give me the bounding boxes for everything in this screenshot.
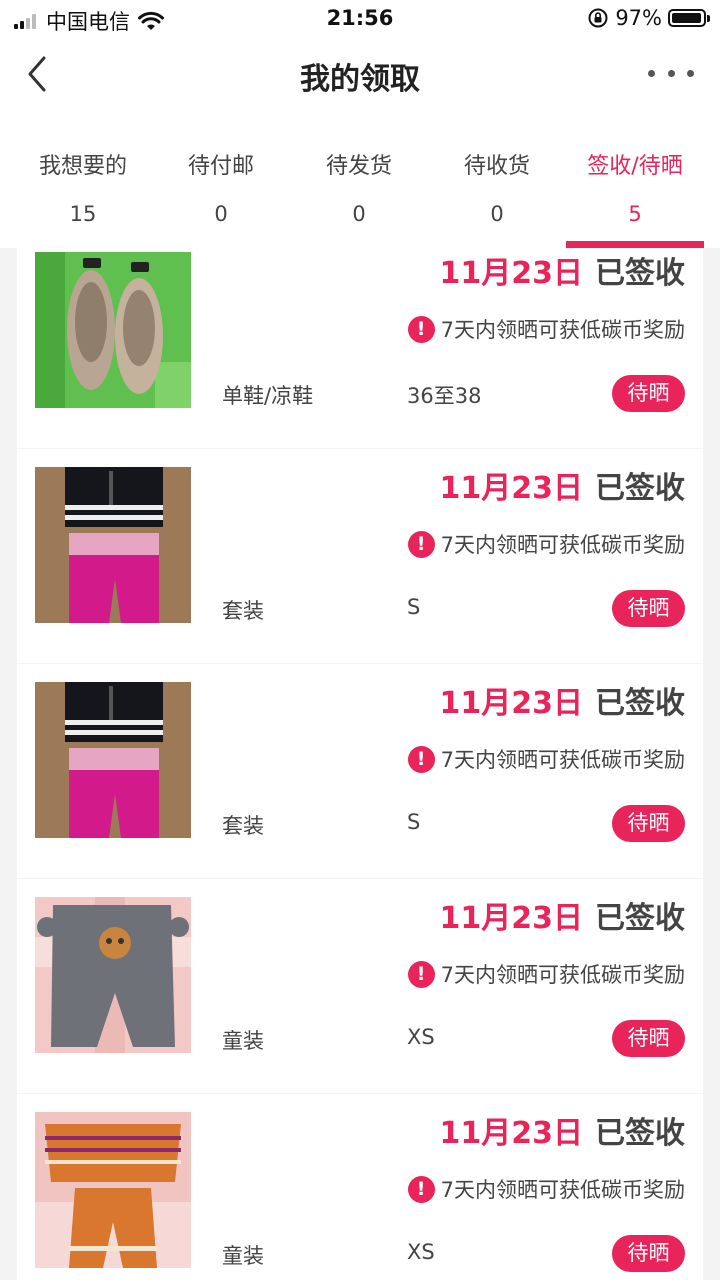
kids-pants-photo[interactable]: [35, 897, 191, 1053]
list-item[interactable]: 11月23日 已签收 ! 7天内领晒可获低碳币奖励 童装 XS 待晒: [17, 879, 703, 1093]
top-and-pants-photo[interactable]: [35, 467, 191, 623]
tab-label: 待发货: [325, 154, 392, 179]
tab-label: 待付邮: [187, 154, 254, 179]
signed-status: 已签收: [595, 1116, 685, 1151]
tab-bar: 我想要的 15 待付邮 0 待发货 0 待收货 0 签收/待晒 5: [0, 120, 720, 248]
sign-date: 11月23日: [439, 471, 584, 506]
tab-pending-receipt[interactable]: 待收货 0: [428, 120, 566, 248]
shoes-photo[interactable]: [35, 252, 191, 408]
sign-date: 11月23日: [439, 1116, 584, 1151]
sign-date-line: 11月23日 已签收: [440, 463, 686, 507]
item-list[interactable]: 11月23日已签收 ! 7天内领晒可获低碳币奖励 单鞋/凉鞋 36至38 待晒: [0, 248, 720, 1280]
reward-notice: ! 7天内领晒可获低碳币奖励: [407, 744, 685, 774]
exclamation-icon: !: [407, 745, 435, 773]
reward-notice: ! 7天内领晒可获低碳币奖励: [407, 1174, 685, 1204]
tab-label: 我想要的: [38, 154, 127, 179]
sign-date: 11月23日: [439, 686, 584, 721]
list-item[interactable]: 11月23日 已签收 ! 7天内领晒可获低碳币奖励 套装 S 待晒: [17, 664, 703, 878]
sign-date-line: 11月23日 已签收: [440, 248, 686, 292]
tab-count: 0: [352, 202, 366, 226]
reward-text: 7天内领晒可获低碳币奖励: [440, 963, 685, 987]
kids-knit-set-photo[interactable]: [35, 1112, 191, 1268]
tab-label: 待收货: [463, 154, 530, 179]
signed-status: 已签收: [595, 471, 685, 506]
tab-count: 5: [628, 202, 642, 226]
signed-status: 已签收: [595, 686, 685, 721]
exclamation-icon: !: [407, 315, 435, 343]
reward-text: 7天内领晒可获低碳币奖励: [440, 318, 685, 342]
active-tab-indicator: [566, 241, 704, 248]
item-category: 童装: [222, 1029, 264, 1053]
tab-signed-to-share[interactable]: 签收/待晒 5: [566, 120, 704, 248]
page-title: 我的领取: [300, 62, 420, 97]
sign-date-line: 11月23日 已签收: [440, 678, 686, 722]
to-share-button[interactable]: 待晒: [612, 1020, 685, 1057]
exclamation-icon: !: [407, 960, 435, 988]
item-category: 单鞋/凉鞋: [222, 384, 314, 408]
reward-notice: ! 7天内领晒可获低碳币奖励: [407, 529, 685, 559]
status-bar: 中国电信 21:56 97%: [0, 0, 720, 36]
tab-pending-shipment[interactable]: 待发货 0: [290, 120, 428, 248]
rotation-lock-icon: [588, 8, 608, 28]
sign-date: 11月23日: [439, 901, 584, 936]
tab-count: 0: [490, 202, 504, 226]
to-share-button[interactable]: 待晒: [612, 375, 685, 412]
sign-date: 11月23日: [439, 256, 584, 291]
nav-bar: 我的领取: [0, 36, 720, 120]
exclamation-icon: !: [407, 1175, 435, 1203]
reward-text: 7天内领晒可获低碳币奖励: [440, 1178, 685, 1202]
item-category: 套装: [222, 599, 264, 623]
item-category: 童装: [222, 1244, 264, 1268]
exclamation-icon: !: [407, 530, 435, 558]
list-item[interactable]: 11月23日 已签收 ! 7天内领晒可获低碳币奖励 童装 XS 待晒: [17, 1094, 703, 1280]
signed-status: 已签收: [595, 256, 685, 291]
item-size: S: [407, 810, 421, 834]
battery-percent: 97%: [615, 6, 662, 30]
item-size: 36至38: [407, 384, 482, 408]
item-category: 套装: [222, 814, 264, 838]
reward-notice: ! 7天内领晒可获低碳币奖励: [407, 314, 685, 344]
reward-notice: ! 7天内领晒可获低碳币奖励: [407, 959, 685, 989]
list-item[interactable]: 11月23日 已签收 ! 7天内领晒可获低碳币奖励 单鞋/凉鞋 36至38 待晒: [17, 248, 703, 448]
to-share-button[interactable]: 待晒: [612, 1235, 685, 1272]
reward-text: 7天内领晒可获低碳币奖励: [440, 533, 685, 557]
reward-text: 7天内领晒可获低碳币奖励: [440, 748, 685, 772]
to-share-button[interactable]: 待晒: [612, 590, 685, 627]
tab-count: 15: [69, 202, 97, 226]
tab-count: 0: [214, 202, 228, 226]
battery-icon: [668, 9, 710, 27]
tab-pending-postage[interactable]: 待付邮 0: [152, 120, 290, 248]
item-size: XS: [407, 1240, 435, 1264]
to-share-button[interactable]: 待晒: [612, 805, 685, 842]
item-size: XS: [407, 1025, 435, 1049]
sign-date-line: 11月23日 已签收: [440, 893, 686, 937]
signed-status: 已签收: [595, 901, 685, 936]
top-and-pants-photo[interactable]: [35, 682, 191, 838]
sign-date-line: 11月23日 已签收: [440, 1108, 686, 1152]
tab-wanted[interactable]: 我想要的 15: [14, 120, 152, 248]
more-dots-icon[interactable]: [648, 58, 694, 88]
list-item[interactable]: 11月23日 已签收 ! 7天内领晒可获低碳币奖励 套装 S 待晒: [17, 449, 703, 663]
item-size: S: [407, 595, 421, 619]
tab-label: 签收/待晒: [587, 154, 683, 179]
